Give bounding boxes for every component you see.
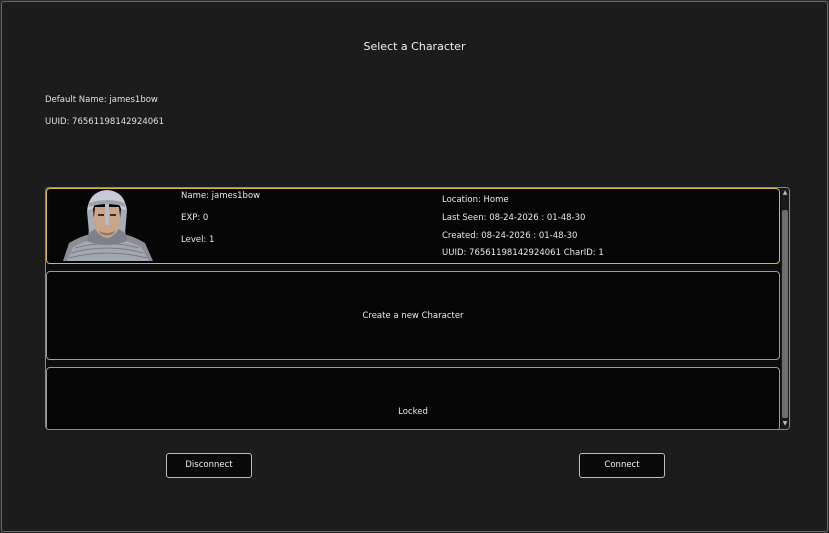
create-character-slot[interactable]: Create a new Character xyxy=(46,271,780,360)
locked-slot[interactable]: Locked xyxy=(46,367,780,429)
character-location: Location: Home xyxy=(442,195,509,205)
character-select-window: Select a Character Default Name: james1b… xyxy=(1,1,828,532)
connect-button[interactable]: Connect xyxy=(579,453,665,478)
locked-label: Locked xyxy=(398,407,428,417)
character-uuid-charid: UUID: 76561198142924061 CharID: 1 xyxy=(442,248,604,258)
knight-portrait-icon xyxy=(59,189,155,261)
scroll-down-icon[interactable]: ▼ xyxy=(781,419,789,429)
character-created: Created: 08-24-2026 : 01-48-30 xyxy=(442,231,578,241)
character-name: Name: james1bow xyxy=(181,191,261,201)
scroll-up-icon[interactable]: ▲ xyxy=(781,188,789,198)
character-slot-james1bow[interactable]: Name: james1bow EXP: 0 Level: 1 Location… xyxy=(46,188,780,264)
character-level: Level: 1 xyxy=(181,235,215,245)
scroll-thumb[interactable] xyxy=(782,210,788,418)
account-uuid-label: UUID: 76561198142924061 xyxy=(45,117,164,127)
character-list[interactable]: Name: james1bow EXP: 0 Level: 1 Location… xyxy=(45,187,790,430)
create-character-label: Create a new Character xyxy=(362,311,464,321)
disconnect-button[interactable]: Disconnect xyxy=(166,453,252,478)
character-exp: EXP: 0 xyxy=(181,213,209,223)
window-title: Select a Character xyxy=(363,40,466,53)
list-scrollbar[interactable]: ▲ ▼ xyxy=(781,188,789,429)
character-last-seen: Last Seen: 08-24-2026 : 01-48-30 xyxy=(442,213,586,223)
default-name-label: Default Name: james1bow xyxy=(45,95,158,105)
